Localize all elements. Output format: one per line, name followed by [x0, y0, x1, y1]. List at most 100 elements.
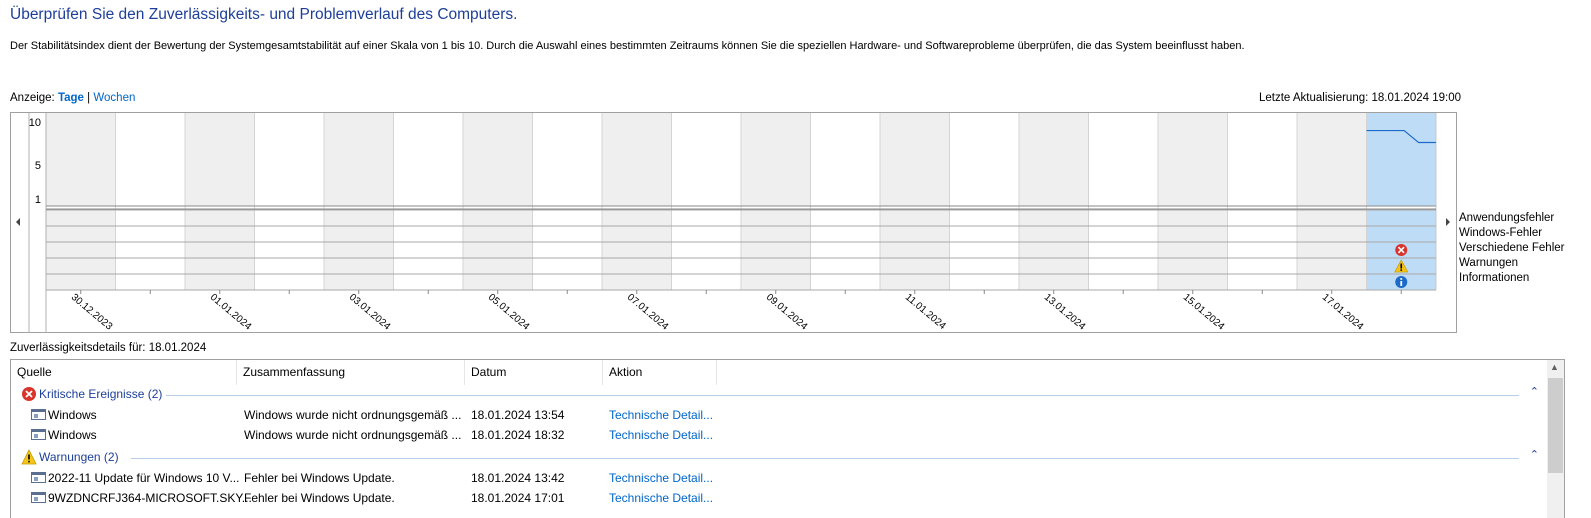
sort-ascending-icon: ˆ: [529, 359, 533, 367]
last-update-text: Letzte Aktualisierung: 18.01.2024 19:00: [1259, 92, 1462, 104]
cell-date: 18.01.2024 17:01: [471, 491, 565, 505]
triangle-right-icon[interactable]: [1446, 218, 1450, 226]
event-day-column: [463, 210, 533, 290]
column-header-date[interactable]: Datum: [465, 360, 603, 385]
collapse-icon[interactable]: ⌃: [1530, 448, 1539, 461]
event-day-column: [393, 210, 463, 290]
scroll-up-icon[interactable]: ▲: [1550, 362, 1559, 372]
cell-source: Windows: [48, 408, 97, 422]
x-tick-label: 01.01.2024: [208, 292, 254, 333]
x-tick-label: 15.01.2024: [1181, 292, 1227, 333]
day-column: [1227, 113, 1297, 206]
cell-date: 18.01.2024 13:54: [471, 408, 565, 422]
day-column: [1366, 113, 1436, 206]
scrollbar-thumb[interactable]: [1548, 378, 1563, 473]
technical-details-link[interactable]: Technische Detail...: [609, 428, 713, 442]
legend-application-errors: Anwendungsfehler: [1459, 212, 1555, 224]
event-day-column: [1297, 210, 1367, 290]
x-tick-label: 17.01.2024: [1320, 292, 1366, 333]
cell-summary: Windows wurde nicht ordnungsgemäß ...: [244, 428, 462, 442]
day-column: [1019, 113, 1089, 206]
day-column: [880, 113, 950, 206]
event-day-column: [46, 210, 116, 290]
group-critical-events[interactable]: Kritische Ereignisse (2) ⌃: [11, 385, 1543, 405]
view-label: Anzeige:: [10, 92, 55, 104]
legend-information: Informationen: [1459, 272, 1530, 284]
table-row[interactable]: 2022-11 Update für Windows 10 V... Fehle…: [11, 468, 1543, 488]
event-day-column: [1019, 210, 1089, 290]
technical-details-link[interactable]: Technische Detail...: [609, 471, 713, 485]
view-separator: |: [87, 92, 91, 104]
group-warnings[interactable]: Warnungen (2) ⌃: [11, 448, 1543, 468]
day-column: [463, 113, 533, 206]
day-column: [810, 113, 880, 206]
column-header-summary[interactable]: Zusammenfassung: [237, 360, 465, 385]
x-tick-label: 03.01.2024: [347, 292, 393, 333]
collapse-icon[interactable]: ⌃: [1530, 385, 1539, 398]
event-day-column: [1088, 210, 1158, 290]
event-day-column: [115, 210, 185, 290]
legend-misc-errors: Verschiedene Fehler: [1459, 242, 1565, 254]
day-column: [254, 113, 324, 206]
legend-windows-errors: Windows-Fehler: [1459, 227, 1543, 239]
table-row[interactable]: Windows Windows wurde nicht ordnungsgemä…: [11, 405, 1543, 425]
day-column: [671, 113, 741, 206]
triangle-left-icon[interactable]: [16, 218, 20, 226]
group-divider: [131, 458, 1519, 459]
day-column: [324, 113, 394, 206]
column-header-action[interactable]: Aktion: [603, 360, 717, 385]
day-column: [185, 113, 255, 206]
x-tick-label: 13.01.2024: [1042, 292, 1088, 333]
application-icon: [31, 429, 46, 440]
day-column: [393, 113, 463, 206]
event-day-column: [741, 210, 811, 290]
event-day-column: [880, 210, 950, 290]
details-label: Zuverlässigkeitsdetails für: 18.01.2024: [10, 342, 207, 354]
view-selector: Anzeige: Tage | Wochen: [10, 92, 135, 104]
x-tick-label: 07.01.2024: [625, 292, 671, 333]
day-column: [1158, 113, 1228, 206]
day-column: [602, 113, 672, 206]
application-icon: [31, 472, 46, 483]
table-row[interactable]: Windows Windows wurde nicht ordnungsgemä…: [11, 425, 1543, 445]
event-day-column: [185, 210, 255, 290]
event-day-column: [810, 210, 880, 290]
page-description: Der Stabilitätsindex dient der Bewertung…: [10, 40, 1245, 52]
view-weeks-link[interactable]: Wochen: [93, 92, 135, 104]
x-tick-label: 09.01.2024: [764, 292, 810, 333]
cell-summary: Fehler bei Windows Update.: [244, 491, 395, 505]
event-day-column: [1158, 210, 1228, 290]
vertical-scrollbar[interactable]: ▲: [1547, 360, 1564, 518]
event-day-column: [602, 210, 672, 290]
event-day-column: [532, 210, 602, 290]
view-days-link[interactable]: Tage: [58, 92, 84, 104]
cell-summary: Windows wurde nicht ordnungsgemäß ...: [244, 408, 462, 422]
day-column: [949, 113, 1019, 206]
technical-details-link[interactable]: Technische Detail...: [609, 491, 713, 505]
technical-details-link[interactable]: Technische Detail...: [609, 408, 713, 422]
group-divider: [161, 395, 1519, 396]
error-icon[interactable]: [1395, 244, 1408, 256]
day-column: [1088, 113, 1158, 206]
application-icon: [31, 492, 46, 503]
x-tick-label: 30.12.2023: [69, 292, 115, 333]
table-row[interactable]: 9WZDNCRFJ364-MICROSOFT.SKY... Fehler bei…: [11, 488, 1543, 508]
day-column: [46, 113, 116, 206]
event-day-column: [1227, 210, 1297, 290]
group-label: Warnungen (2): [39, 450, 123, 464]
event-row-legend: Anwendungsfehler Windows-Fehler Verschie…: [1459, 211, 1564, 286]
y-tick-label: 10: [29, 117, 41, 129]
event-day-column: [949, 210, 1019, 290]
cell-source: Windows: [48, 428, 97, 442]
cell-date: 18.01.2024 13:42: [471, 471, 565, 485]
info-icon[interactable]: [1395, 276, 1408, 288]
x-tick-label: 05.01.2024: [486, 292, 532, 333]
page-title: Überprüfen Sie den Zuverlässigkeits- und…: [10, 6, 518, 23]
reliability-chart[interactable]: 10 5 1 30.12.2023 01.01.2024 03.01.2024 05.01.…: [10, 112, 1460, 334]
column-header-source[interactable]: Quelle: [11, 360, 237, 385]
day-column: [532, 113, 602, 206]
event-day-column: [254, 210, 324, 290]
error-icon: [22, 387, 36, 401]
group-label: Kritische Ereignisse (2): [39, 387, 167, 401]
event-day-column: [671, 210, 741, 290]
